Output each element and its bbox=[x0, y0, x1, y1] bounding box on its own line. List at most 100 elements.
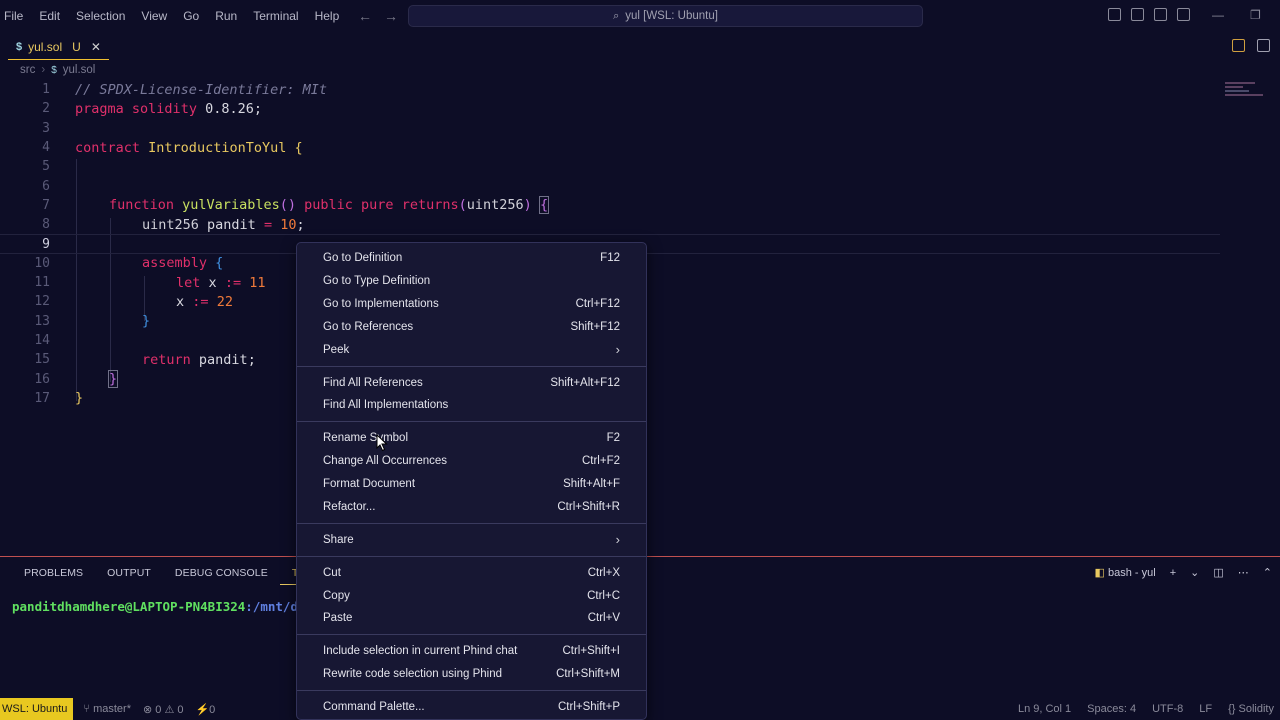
keyword-token: assembly bbox=[142, 255, 208, 272]
function-name-token: yulVariables bbox=[182, 197, 280, 214]
minimize-icon[interactable]: — bbox=[1212, 8, 1224, 22]
context-menu-item-change-all-occurrences[interactable]: Change All Occurrences Ctrl+F2 bbox=[297, 450, 646, 473]
close-tab-icon[interactable]: ✕ bbox=[91, 40, 101, 54]
code-text: return pandit; bbox=[142, 352, 256, 368]
context-menu-item-refactor[interactable]: Refactor... Ctrl+Shift+R bbox=[297, 495, 646, 518]
code-text: let x := 11 bbox=[176, 275, 265, 291]
variable-token: pandit bbox=[207, 216, 256, 233]
brace-token: { bbox=[215, 255, 224, 272]
context-menu-item-go-to-references[interactable]: Go to References Shift+F12 bbox=[297, 315, 646, 338]
brace-token: } bbox=[142, 313, 151, 330]
mouse-cursor-icon bbox=[376, 434, 388, 452]
context-menu-item-paste[interactable]: Paste Ctrl+V bbox=[297, 607, 646, 630]
maximize-panel-icon[interactable]: ⌃ bbox=[1263, 566, 1272, 579]
back-arrow-icon[interactable]: ← bbox=[358, 8, 372, 24]
menu-go[interactable]: Go bbox=[175, 9, 207, 23]
brace-token: { bbox=[294, 139, 303, 156]
toggle-secondary-sidebar-icon[interactable] bbox=[1154, 8, 1167, 21]
remote-indicator[interactable]: WSL: Ubuntu bbox=[0, 698, 74, 720]
menu-separator bbox=[297, 522, 646, 524]
split-editor-icon[interactable] bbox=[1257, 39, 1270, 52]
keyword-token: pragma bbox=[75, 100, 124, 117]
number-token: 22 bbox=[216, 293, 233, 310]
context-menu-item-go-to-definition[interactable]: Go to Definition F12 bbox=[297, 247, 646, 270]
menu-item-shortcut: Ctrl+V bbox=[587, 612, 620, 625]
menu-item-label: Format Document bbox=[323, 477, 416, 490]
tab-output[interactable]: OUTPUT bbox=[95, 563, 163, 585]
menu-separator bbox=[297, 365, 646, 367]
menu-file[interactable]: File bbox=[0, 9, 31, 23]
menu-selection[interactable]: Selection bbox=[68, 9, 133, 23]
terminal-instance[interactable]: ◧ bash - yul bbox=[1095, 566, 1156, 579]
terminal-name: bash - yul bbox=[1108, 567, 1156, 579]
minimap[interactable] bbox=[1225, 82, 1270, 102]
code-text: } bbox=[107, 370, 119, 389]
code-text: x := 22 bbox=[176, 294, 233, 310]
keyword-token: let bbox=[176, 274, 201, 291]
context-menu-item-format-document[interactable]: Format Document Shift+Alt+F bbox=[297, 473, 646, 496]
split-terminal-icon[interactable]: ◫ bbox=[1213, 566, 1223, 579]
more-actions-icon[interactable]: ⋯ bbox=[1238, 566, 1249, 579]
toggle-panel-icon[interactable] bbox=[1131, 8, 1144, 21]
code-line: 5 bbox=[0, 157, 1220, 176]
command-center[interactable]: ⌕ yul [WSL: Ubuntu] bbox=[408, 5, 923, 27]
command-center-label: yul [WSL: Ubuntu] bbox=[625, 10, 718, 22]
line-number: 6 bbox=[42, 178, 50, 194]
tab-yul-sol[interactable]: $ yul.sol U ✕ bbox=[8, 34, 109, 60]
context-menu-item-command-palette[interactable]: Command Palette... Ctrl+Shift+P bbox=[297, 696, 646, 719]
breadcrumb-file-icon: $ bbox=[51, 64, 57, 76]
menu-edit[interactable]: Edit bbox=[31, 9, 68, 23]
ports-indicator[interactable]: ⚡0 bbox=[195, 703, 215, 716]
forward-arrow-icon[interactable]: → bbox=[384, 8, 398, 24]
menu-view[interactable]: View bbox=[133, 9, 175, 23]
new-terminal-icon[interactable]: + bbox=[1170, 567, 1176, 579]
menu-item-shortcut: Ctrl+F12 bbox=[575, 297, 620, 310]
cursor-position[interactable]: Ln 9, Col 1 bbox=[1018, 703, 1071, 715]
operator-token: = bbox=[263, 216, 273, 233]
chevron-down-icon[interactable]: ⌄ bbox=[1190, 566, 1199, 579]
untracked-badge: U bbox=[72, 39, 81, 54]
language-name: Solidity bbox=[1238, 703, 1274, 715]
menu-item-shortcut: Ctrl+F2 bbox=[581, 455, 620, 468]
code-line: 4 contract IntroductionToYul { bbox=[0, 138, 1220, 157]
indentation[interactable]: Spaces: 4 bbox=[1087, 703, 1136, 715]
menu-terminal[interactable]: Terminal bbox=[245, 9, 306, 23]
type-token: uint256 bbox=[466, 197, 524, 214]
breadcrumb-folder[interactable]: src bbox=[20, 64, 35, 76]
operator-token: := bbox=[192, 293, 209, 310]
tab-debug-console[interactable]: DEBUG CONSOLE bbox=[163, 563, 280, 585]
end-of-line[interactable]: LF bbox=[1199, 703, 1212, 715]
chevron-right-icon: › bbox=[615, 532, 620, 548]
tab-problems[interactable]: PROBLEMS bbox=[0, 563, 95, 585]
branch-indicator[interactable]: ⑂ master* bbox=[83, 703, 131, 715]
menu-item-shortcut: Ctrl+X bbox=[587, 566, 620, 579]
number-token: 10 bbox=[280, 216, 297, 233]
context-menu-item-copy[interactable]: Copy Ctrl+C bbox=[297, 584, 646, 607]
title-bar: File Edit Selection View Go Run Terminal Help ←… bbox=[0, 0, 1280, 32]
context-menu-item-go-to-type-definition[interactable]: Go to Type Definition bbox=[297, 270, 646, 293]
context-menu-item-rename-symbol[interactable]: Rename Symbol F2 bbox=[297, 427, 646, 450]
context-menu-item-peek[interactable]: Peek › bbox=[297, 338, 646, 361]
context-menu-item-share[interactable]: Share › bbox=[297, 528, 646, 551]
context-menu-item-go-to-implementations[interactable]: Go to Implementations Ctrl+F12 bbox=[297, 293, 646, 316]
navigation-arrows: ← → bbox=[358, 8, 398, 24]
context-menu-item-include-selection-in-current-phind-chat[interactable]: Include selection in current Phind chat C… bbox=[297, 640, 646, 663]
braces-icon: {} bbox=[1228, 703, 1236, 715]
customize-layout-icon[interactable] bbox=[1177, 8, 1190, 21]
context-menu-item-rewrite-code-selection-using-phind[interactable]: Rewrite code selection using Phind Ctrl+S… bbox=[297, 663, 646, 686]
context-menu-item-find-all-references[interactable]: Find All References Shift+Alt+F12 bbox=[297, 371, 646, 394]
problems-indicator[interactable]: ⊗ 0 ⚠ 0 bbox=[143, 703, 183, 716]
encoding[interactable]: UTF-8 bbox=[1152, 703, 1183, 715]
code-text: // SPDX-License-Identifier: MIt bbox=[75, 82, 327, 98]
breadcrumb-file[interactable]: yul.sol bbox=[63, 64, 96, 76]
toggle-primary-sidebar-icon[interactable] bbox=[1108, 8, 1121, 21]
language-mode[interactable]: {} Solidity bbox=[1228, 703, 1274, 715]
restore-icon[interactable]: ❐ bbox=[1250, 8, 1261, 22]
menu-help[interactable]: Help bbox=[307, 9, 348, 23]
menu-run[interactable]: Run bbox=[207, 9, 245, 23]
context-menu-item-find-all-implementations[interactable]: Find All Implementations bbox=[297, 394, 646, 417]
paren-token: ) bbox=[523, 197, 532, 214]
context-menu-item-cut[interactable]: Cut Ctrl+X bbox=[297, 561, 646, 584]
code-text: } bbox=[142, 313, 150, 329]
phind-icon[interactable] bbox=[1232, 39, 1245, 52]
